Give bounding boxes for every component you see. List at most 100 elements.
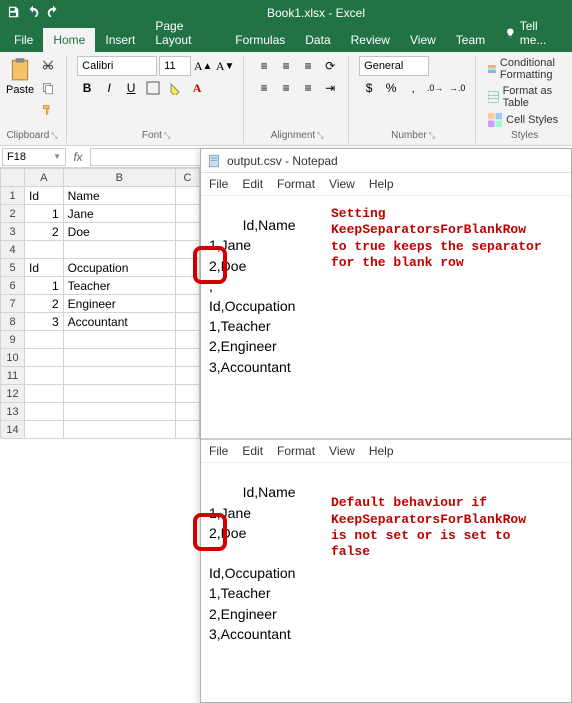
col-header-c[interactable]: C (176, 169, 200, 187)
tab-view[interactable]: View (400, 28, 446, 52)
row-header[interactable]: 12 (1, 385, 25, 403)
menu-help[interactable]: Help (369, 444, 394, 458)
cell[interactable] (25, 241, 64, 259)
increase-font-icon[interactable]: A▲ (193, 56, 213, 76)
tab-review[interactable]: Review (341, 28, 400, 52)
decrease-font-icon[interactable]: A▼ (215, 56, 235, 76)
redo-icon[interactable] (46, 5, 60, 22)
worksheet-grid[interactable]: A B C 1IdName 21Jane 32Doe 4 5IdOccupati… (0, 168, 200, 439)
cell[interactable] (176, 403, 200, 421)
align-top-icon[interactable]: ≡ (254, 56, 274, 76)
cell[interactable] (176, 385, 200, 403)
row-header[interactable]: 3 (1, 223, 25, 241)
cell[interactable] (63, 349, 175, 367)
align-right-icon[interactable]: ≡ (298, 78, 318, 98)
col-header-b[interactable]: B (63, 169, 175, 187)
tab-formulas[interactable]: Formulas (225, 28, 295, 52)
row-header[interactable]: 8 (1, 313, 25, 331)
format-painter-icon[interactable] (38, 100, 58, 120)
cell[interactable] (25, 367, 64, 385)
tab-page-layout[interactable]: Page Layout (145, 14, 225, 52)
menu-format[interactable]: Format (277, 444, 315, 458)
cell[interactable]: Doe (63, 223, 175, 241)
cell[interactable] (176, 223, 200, 241)
cell[interactable] (176, 349, 200, 367)
menu-view[interactable]: View (329, 177, 355, 191)
cell[interactable] (25, 331, 64, 349)
tab-file[interactable]: File (4, 28, 43, 52)
cell[interactable]: 1 (25, 277, 64, 295)
cell[interactable]: Id (25, 259, 64, 277)
align-left-icon[interactable]: ≡ (254, 78, 274, 98)
cell[interactable] (63, 385, 175, 403)
name-box[interactable]: F18▼ (2, 148, 66, 166)
col-header-a[interactable]: A (25, 169, 64, 187)
cell[interactable]: 1 (25, 205, 64, 223)
increase-decimal-icon[interactable]: .0→ (425, 78, 445, 98)
comma-icon[interactable]: , (403, 78, 423, 98)
row-header[interactable]: 7 (1, 295, 25, 313)
menu-edit[interactable]: Edit (242, 177, 263, 191)
align-middle-icon[interactable]: ≡ (276, 56, 296, 76)
row-header[interactable]: 2 (1, 205, 25, 223)
format-as-table-button[interactable]: Format as Table (486, 84, 563, 110)
cell[interactable] (176, 331, 200, 349)
menu-format[interactable]: Format (277, 177, 315, 191)
bold-button[interactable]: B (77, 78, 97, 98)
cell[interactable] (63, 403, 175, 421)
conditional-formatting-button[interactable]: Conditional Formatting (486, 56, 563, 82)
cell[interactable]: Occupation (63, 259, 175, 277)
cell[interactable] (63, 367, 175, 385)
row-header[interactable]: 9 (1, 331, 25, 349)
number-format[interactable] (359, 56, 429, 76)
row-header[interactable]: 1 (1, 187, 25, 205)
cell[interactable] (176, 187, 200, 205)
cell[interactable]: Teacher (63, 277, 175, 295)
row-header[interactable]: 4 (1, 241, 25, 259)
font-name[interactable] (77, 56, 157, 76)
notepad-body-1[interactable]: Id,Name 1,Jane 2,Doe , Id,Occupation 1,T… (201, 196, 571, 434)
undo-icon[interactable] (26, 5, 40, 22)
tab-home[interactable]: Home (43, 28, 95, 52)
cell[interactable] (176, 205, 200, 223)
border-icon[interactable] (143, 78, 163, 98)
indent-icon[interactable]: ⇥ (320, 78, 340, 98)
cell[interactable] (63, 421, 175, 439)
cell[interactable]: Engineer (63, 295, 175, 313)
cell[interactable]: Name (63, 187, 175, 205)
fill-color-icon[interactable] (165, 78, 185, 98)
paste-button[interactable]: Paste (6, 56, 34, 128)
orientation-icon[interactable]: ⟳ (320, 56, 340, 76)
menu-view[interactable]: View (329, 444, 355, 458)
cell[interactable]: 2 (25, 295, 64, 313)
cell[interactable] (176, 295, 200, 313)
menu-help[interactable]: Help (369, 177, 394, 191)
italic-button[interactable]: I (99, 78, 119, 98)
align-center-icon[interactable]: ≡ (276, 78, 296, 98)
font-color-icon[interactable]: A (187, 78, 207, 98)
cell[interactable] (63, 241, 175, 259)
cell-styles-button[interactable]: Cell Styles (486, 112, 563, 128)
cell[interactable] (176, 367, 200, 385)
cell[interactable] (176, 421, 200, 439)
tab-team[interactable]: Team (446, 28, 495, 52)
tab-tellme[interactable]: Tell me... (495, 14, 572, 52)
menu-edit[interactable]: Edit (242, 444, 263, 458)
row-header[interactable]: 6 (1, 277, 25, 295)
row-header[interactable]: 13 (1, 403, 25, 421)
fx-icon[interactable]: fx (68, 147, 88, 167)
cell[interactable]: Accountant (63, 313, 175, 331)
cell[interactable]: 3 (25, 313, 64, 331)
menu-file[interactable]: File (209, 177, 228, 191)
cut-icon[interactable] (38, 56, 58, 76)
tab-insert[interactable]: Insert (95, 28, 145, 52)
decrease-decimal-icon[interactable]: →.0 (447, 78, 467, 98)
row-header[interactable]: 10 (1, 349, 25, 367)
font-size[interactable] (159, 56, 191, 76)
cell[interactable] (25, 403, 64, 421)
save-icon[interactable] (6, 5, 20, 22)
cell[interactable] (25, 385, 64, 403)
row-header[interactable]: 11 (1, 367, 25, 385)
cell[interactable] (25, 349, 64, 367)
percent-icon[interactable]: % (381, 78, 401, 98)
